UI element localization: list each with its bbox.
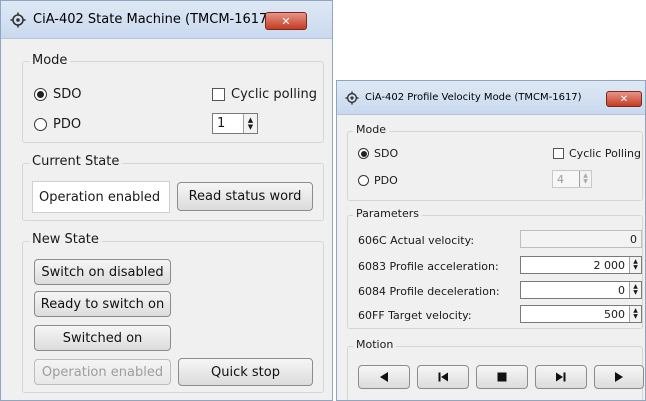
profile-velocity-window: CiA-402 Profile Velocity Mode (TMCM-1617…	[336, 80, 646, 401]
close-icon: ✕	[281, 14, 291, 28]
cyclic-polling-label: Cyclic polling	[231, 87, 317, 102]
spinner-arrows[interactable]: ▲ ▼	[629, 306, 641, 322]
move-right-button[interactable]	[594, 365, 644, 389]
pdo-label: PDO	[374, 174, 398, 187]
pdo-radio[interactable]: PDO	[34, 117, 81, 132]
close-button[interactable]: ✕	[606, 91, 642, 107]
close-icon: ✕	[619, 93, 629, 105]
read-status-word-button[interactable]: Read status word	[177, 182, 313, 211]
cyclic-polling-box[interactable]	[212, 88, 225, 101]
skip-to-start-icon	[437, 368, 449, 387]
interval-value: 4	[557, 172, 564, 186]
sdo-radio-indicator[interactable]	[358, 148, 369, 159]
sdo-radio[interactable]: SDO	[358, 147, 398, 160]
pdo-label: PDO	[53, 117, 82, 132]
go-to-start-button[interactable]	[417, 365, 469, 389]
sdo-radio[interactable]: SDO	[34, 87, 82, 102]
target-velocity-label: 60FF Target velocity:	[358, 309, 472, 322]
spinner-down-icon[interactable]: ▼	[633, 314, 638, 320]
profile-deceleration-value: 0	[618, 283, 625, 297]
spinner-arrows[interactable]: ▲ ▼	[243, 114, 257, 133]
stop-icon	[496, 368, 508, 387]
cyclic-polling-box[interactable]	[553, 148, 564, 159]
operation-enabled-button[interactable]: Operation enabled	[34, 359, 171, 385]
interval-value: 1	[217, 116, 226, 131]
go-to-end-button[interactable]	[535, 365, 587, 389]
ready-to-switch-on-button[interactable]: Ready to switch on	[34, 291, 171, 317]
current-state-value: Operation enabled	[39, 189, 161, 205]
cyclic-polling-label: Cyclic Polling	[569, 147, 641, 160]
skip-to-end-icon	[555, 368, 567, 387]
sdo-label: SDO	[374, 147, 399, 160]
profile-acceleration-field[interactable]: 2 000 ▲ ▼	[520, 256, 642, 274]
sdo-radio-indicator[interactable]	[34, 88, 47, 101]
cyclic-polling-checkbox[interactable]: Cyclic polling	[212, 87, 317, 102]
profile-acceleration-value: 2 000	[593, 258, 626, 272]
title-bar[interactable]: CiA-402 State Machine (TMCM-1617) ✕	[1, 1, 332, 39]
pdo-radio[interactable]: PDO	[358, 174, 398, 187]
motion-legend: Motion	[353, 338, 397, 351]
title-bar[interactable]: CiA-402 Profile Velocity Mode (TMCM-1617…	[337, 81, 645, 115]
actual-velocity-label: 606C Actual velocity:	[358, 234, 475, 247]
cyclic-polling-checkbox[interactable]: Cyclic Polling	[553, 147, 641, 160]
current-state-display: Operation enabled	[32, 181, 170, 213]
spinner-down-icon[interactable]: ▼	[633, 290, 638, 296]
quick-stop-button[interactable]: Quick stop	[178, 358, 313, 386]
profile-deceleration-field[interactable]: 0 ▲ ▼	[520, 281, 642, 299]
spinner-down-icon[interactable]: ▼	[248, 123, 253, 131]
parameters-legend: Parameters	[353, 207, 422, 220]
mode-legend: Mode	[29, 53, 71, 68]
pdo-radio-indicator[interactable]	[358, 175, 369, 186]
profile-acceleration-label: 6083 Profile acceleration:	[358, 260, 499, 273]
state-machine-window: CiA-402 State Machine (TMCM-1617) ✕ Mode…	[0, 0, 333, 401]
target-velocity-value: 500	[604, 307, 625, 321]
interval-spinner[interactable]: 1 ▲ ▼	[212, 113, 258, 134]
move-left-button[interactable]	[358, 365, 410, 389]
spinner-arrows[interactable]: ▲ ▼	[579, 171, 591, 187]
interval-spinner[interactable]: 4 ▲ ▼	[552, 170, 592, 188]
stop-button[interactable]	[476, 365, 528, 389]
current-state-legend: Current State	[29, 154, 123, 169]
new-state-legend: New State	[29, 232, 102, 247]
actual-velocity-value: 0	[630, 232, 637, 246]
play-right-icon	[613, 368, 625, 387]
mode-legend: Mode	[353, 123, 389, 136]
mode-group	[347, 131, 643, 201]
gear-icon	[9, 11, 27, 29]
actual-velocity-field: 0	[520, 230, 642, 248]
spinner-arrows[interactable]: ▲ ▼	[629, 257, 641, 273]
play-left-icon	[378, 368, 390, 387]
pdo-radio-indicator[interactable]	[34, 118, 47, 131]
gear-icon	[344, 90, 360, 106]
sdo-label: SDO	[53, 87, 82, 102]
spinner-arrows[interactable]: ▲ ▼	[629, 282, 641, 298]
spinner-down-icon[interactable]: ▼	[633, 265, 638, 271]
close-button[interactable]: ✕	[265, 12, 307, 30]
spinner-down-icon[interactable]: ▼	[583, 179, 588, 185]
target-velocity-field[interactable]: 500 ▲ ▼	[520, 305, 642, 323]
window-title: CiA-402 State Machine (TMCM-1617)	[33, 12, 273, 27]
switch-on-disabled-button[interactable]: Switch on disabled	[34, 259, 171, 285]
profile-deceleration-label: 6084 Profile deceleration:	[358, 285, 500, 298]
switched-on-button[interactable]: Switched on	[34, 325, 171, 351]
window-title: CiA-402 Profile Velocity Mode (TMCM-1617…	[365, 92, 582, 103]
